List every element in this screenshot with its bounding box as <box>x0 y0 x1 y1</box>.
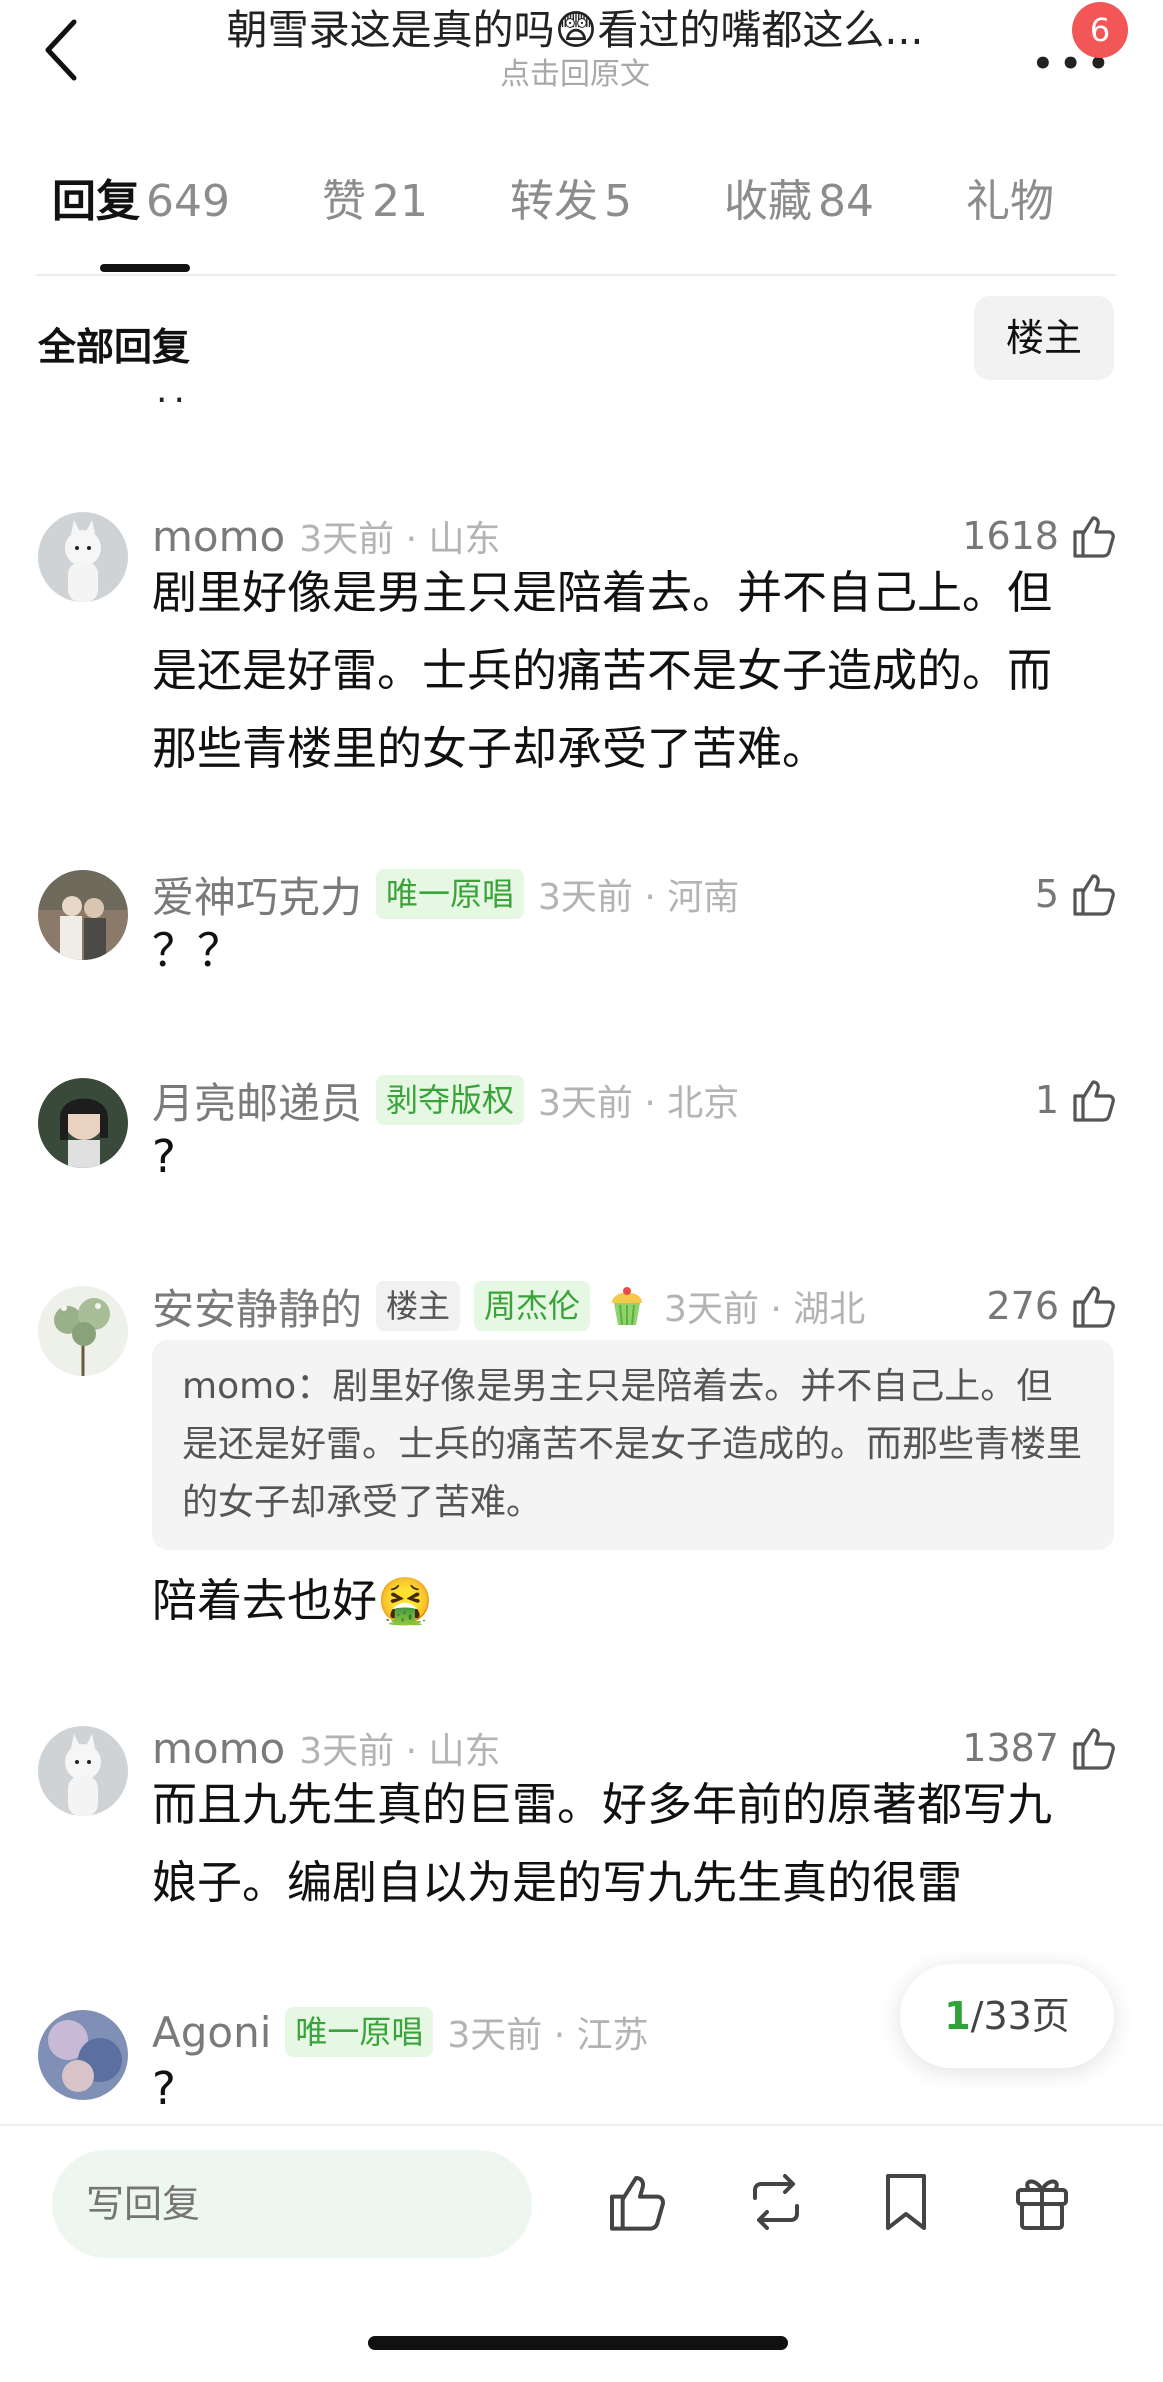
comment-text: 陪着去也好🤮 <box>152 1574 434 1627</box>
gift-button[interactable] <box>1002 2162 1082 2242</box>
comment-item: momo 3天前 · 山东 1387 而且九先生真的巨雷。好多年前的原著都写九娘… <box>0 1718 1163 1948</box>
thumbs-up-icon <box>1073 1286 1115 1328</box>
tab-count: 649 <box>146 176 230 227</box>
repost-button[interactable] <box>736 2162 816 2242</box>
page-indicator[interactable]: 1/33页 <box>900 1964 1114 2068</box>
tab-count: 5 <box>604 176 632 227</box>
tab-favorites[interactable]: 收藏 84 <box>724 172 874 232</box>
like-count: 1 <box>1034 1078 1059 1122</box>
repost-icon <box>753 2174 799 2230</box>
filter-row: 全部回复 楼主 <box>0 296 1163 386</box>
reply-input[interactable] <box>52 2150 532 2258</box>
gift-icon <box>1016 2179 1068 2230</box>
comment-text: ？？ <box>152 924 243 977</box>
comment-item: 月亮邮递员 剥夺版权 3天前 · 北京 1 ? <box>0 1070 1163 1200</box>
chevron-left-icon <box>45 19 77 81</box>
like-post-button[interactable] <box>596 2162 676 2242</box>
tab-label: 回复 <box>52 176 140 227</box>
tab-replies[interactable]: 回复 649 <box>52 172 230 232</box>
like-count: 1387 <box>962 1726 1059 1770</box>
notification-badge: 6 <box>1072 2 1128 58</box>
thumbs-up-icon <box>1073 1728 1115 1770</box>
thumbs-up-icon <box>1073 874 1115 916</box>
comment-time-location: 3天前 · 湖北 <box>664 1289 866 1330</box>
like-count: 276 <box>986 1284 1059 1328</box>
top-bar: 朝雪录这是真的吗😨看过的嘴都这么... 点击回原文 ••• 6 <box>0 0 1163 110</box>
comment-text: 剧里好像是男主只是陪着去。并不自己上。但是还是好雷。士兵的痛苦不是女子造成的。而… <box>152 566 1053 775</box>
all-replies-label: 全部回复 <box>38 325 191 369</box>
user-tag: 周杰伦 <box>474 1281 591 1331</box>
bookmark-button[interactable] <box>866 2162 946 2242</box>
more-button[interactable]: ••• 6 <box>1030 2 1128 84</box>
tab-bar: 回复 649 赞 21 转发 5 收藏 84 礼物 <box>0 160 1163 278</box>
total-pages: /33页 <box>970 1994 1070 2038</box>
back-to-original-hint: 点击回原文 <box>500 57 650 92</box>
comment-text: 而且九先生真的巨雷。好多年前的原著都写九娘子。编剧自以为是的写九先生真的很雷 <box>152 1778 1053 1909</box>
avatar[interactable] <box>38 1078 128 1168</box>
divider <box>36 274 1116 276</box>
tab-label: 赞 <box>322 176 366 227</box>
comment-item: 安安静静的 楼主 周杰伦 3天前 · 湖北 276 momo：剧里好像是男主只是… <box>0 1276 1163 1656</box>
current-page: 1 <box>944 1994 971 2038</box>
tab-count: 21 <box>372 176 428 227</box>
home-indicator[interactable] <box>368 2336 788 2350</box>
avatar[interactable] <box>38 870 128 960</box>
tab-likes[interactable]: 赞 21 <box>322 172 428 232</box>
post-title-link[interactable]: 朝雪录这是真的吗😨看过的嘴都这么... 点击回原文 <box>160 4 990 94</box>
comment-meta: 安安静静的 楼主 周杰伦 3天前 · 湖北 <box>152 1276 865 1336</box>
thumbs-up-icon <box>1073 1080 1115 1122</box>
avatar[interactable] <box>38 512 128 602</box>
avatar[interactable] <box>38 2010 128 2100</box>
comment-item: momo 3天前 · 山东 1618 剧里好像是男主只是陪着去。并不自己上。但是… <box>0 506 1163 806</box>
tab-label: 转发 <box>510 176 598 227</box>
tab-gifts[interactable]: 礼物 <box>966 172 1060 232</box>
post-title: 朝雪录这是真的吗😨看过的嘴都这么... <box>226 6 924 54</box>
tab-count: 84 <box>818 176 874 227</box>
comment-text: ? <box>152 1130 176 1183</box>
like-count: 1618 <box>962 514 1059 558</box>
back-button[interactable] <box>30 10 90 90</box>
cupcake-icon <box>604 1283 650 1329</box>
username[interactable]: 安安静静的 <box>152 1276 362 1337</box>
tab-label: 收藏 <box>724 176 812 227</box>
owner-only-button[interactable]: 楼主 <box>974 296 1114 380</box>
like-count: 5 <box>1034 872 1059 916</box>
avatar[interactable] <box>38 1286 128 1376</box>
owner-tag: 楼主 <box>376 1281 461 1331</box>
thumbs-up-icon <box>1073 516 1115 558</box>
comment-item: 爱神巧克力 唯一原唱 3天前 · 河南 5 ？？ <box>0 864 1163 994</box>
like-icon <box>610 2176 665 2231</box>
quoted-reply[interactable]: momo：剧里好像是男主只是陪着去。并不自己上。但是还是好雷。士兵的痛苦不是女子… <box>152 1340 1114 1550</box>
avatar[interactable] <box>38 1726 128 1816</box>
active-tab-indicator <box>100 264 190 272</box>
tab-reposts[interactable]: 转发 5 <box>510 172 632 232</box>
bookmark-icon <box>886 2174 926 2230</box>
like-button[interactable]: 276 <box>986 1276 1117 1336</box>
truncated-text-fragment: ·· <box>156 380 191 421</box>
tab-label: 礼物 <box>966 176 1054 227</box>
